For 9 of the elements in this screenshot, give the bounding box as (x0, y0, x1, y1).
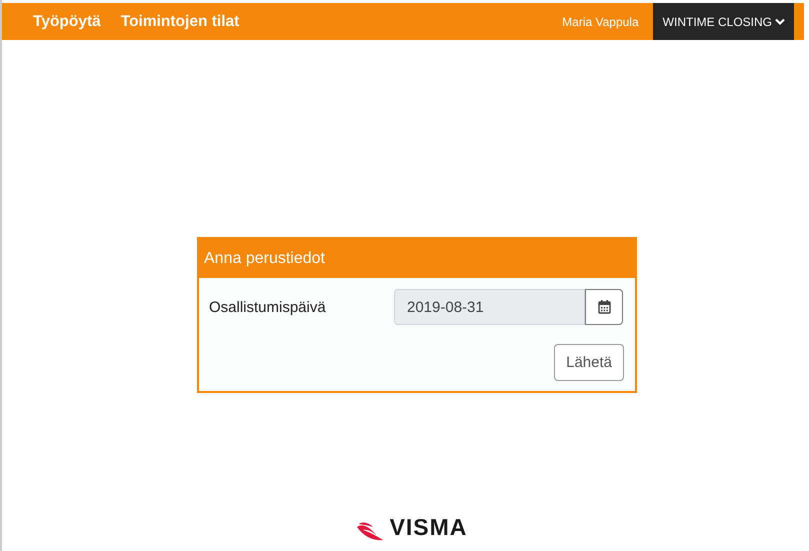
calendar-button[interactable] (585, 289, 623, 325)
logo-icon (356, 521, 384, 541)
calendar-icon (598, 300, 610, 314)
card-title: Anna perustiedot (199, 239, 635, 278)
submit-button[interactable]: Lähetä (554, 344, 624, 381)
logo-text: VISMA (390, 514, 468, 541)
workspace-menu[interactable]: WINTIME CLOSING (652, 3, 794, 40)
field-label: Osallistumispäivä (209, 298, 327, 316)
chevron-down-icon (775, 18, 785, 26)
